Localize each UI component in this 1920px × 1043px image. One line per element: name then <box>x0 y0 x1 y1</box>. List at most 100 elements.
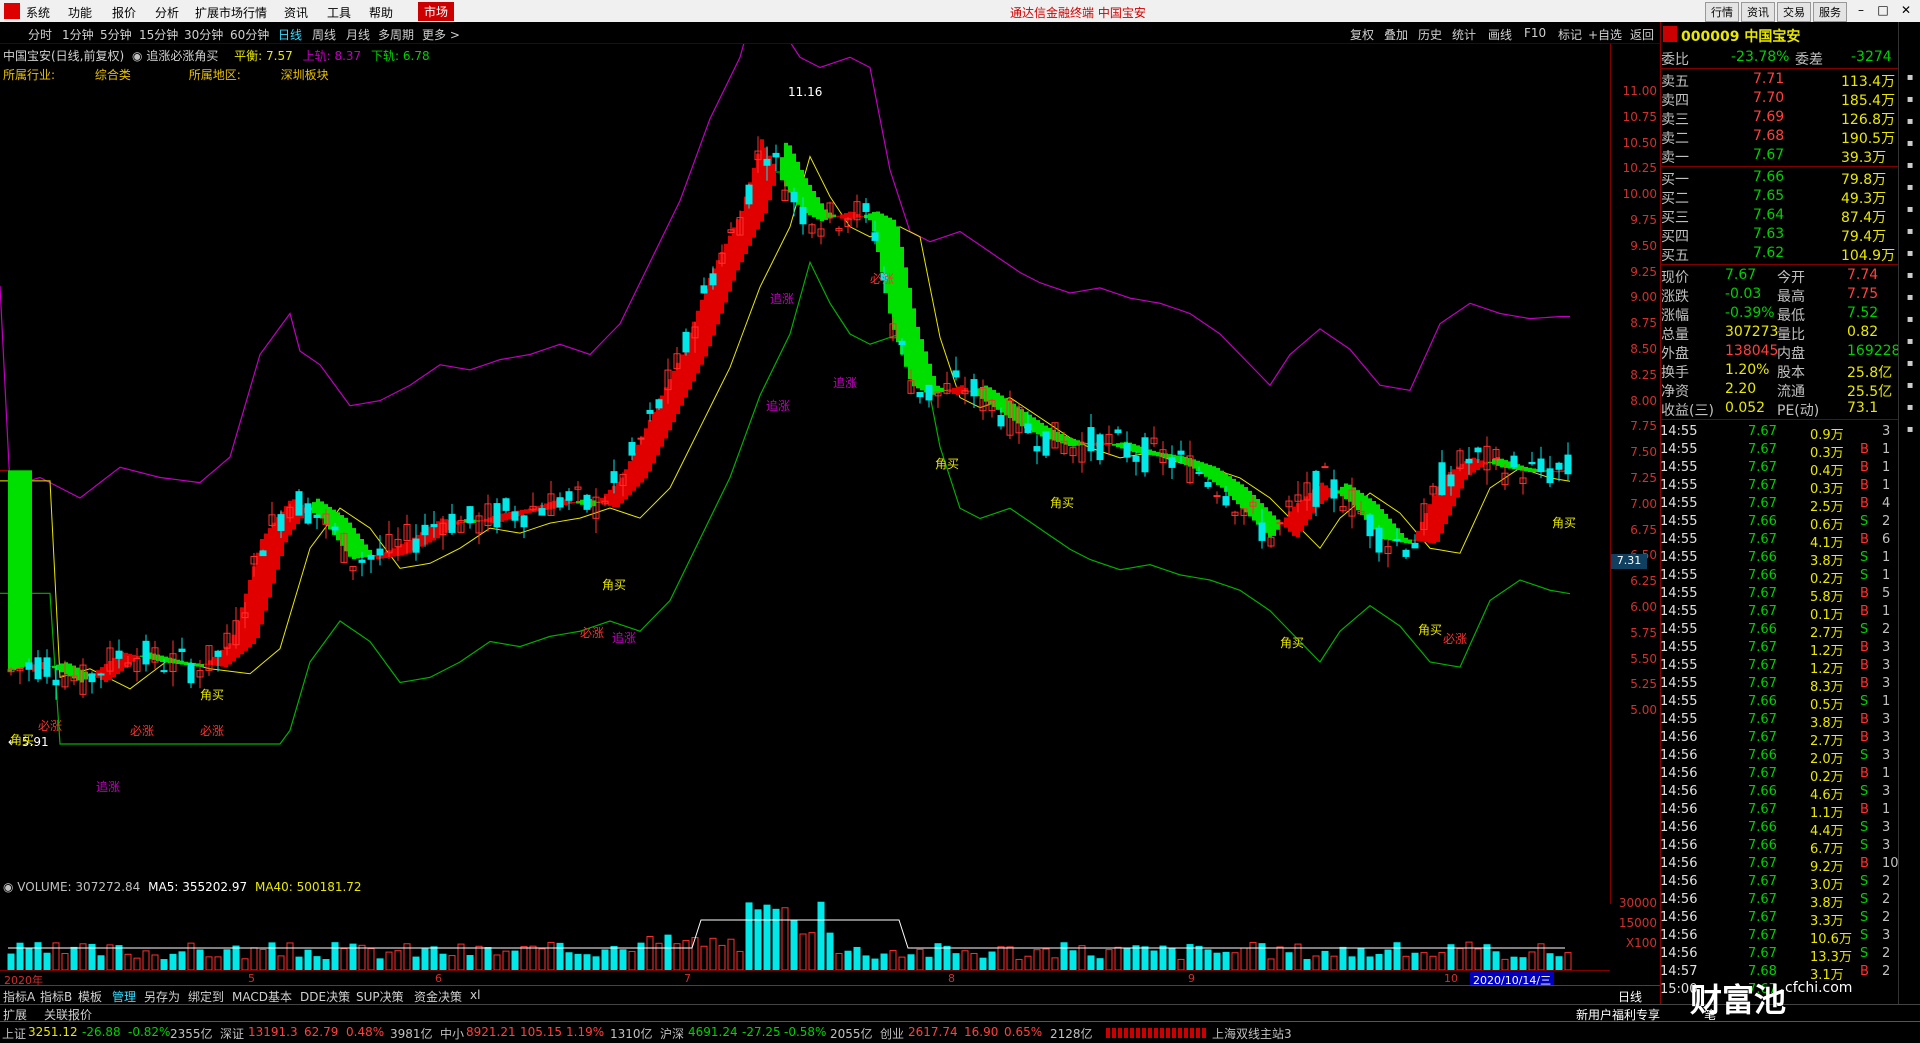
stat-row[interactable]: 涨幅 -0.39% 最低 7.52 <box>1661 304 1899 324</box>
tick-row[interactable]: 14:55 7.67 8.3万 B 3 <box>1660 676 1898 695</box>
tool-f10[interactable]: F10 <box>1524 26 1546 40</box>
menu-news[interactable]: 资讯 <box>284 4 308 21</box>
sell-level-row[interactable]: 卖三 7.69 126.8万 <box>1661 108 1899 128</box>
btn-service[interactable]: 服务 <box>1813 2 1847 22</box>
tick-row[interactable]: 14:55 7.66 2.7万 S 2 <box>1660 622 1898 641</box>
tool-draw[interactable]: 画线 <box>1488 26 1512 43</box>
tick-row[interactable]: 14:56 7.67 3.0万 S 2 <box>1660 874 1898 893</box>
tick-row[interactable]: 14:56 7.66 6.7万 S 3 <box>1660 838 1898 857</box>
tab-indicator-b[interactable]: 指标B <box>40 988 72 1005</box>
arrows-icon[interactable]: ▪ <box>1902 336 1918 350</box>
menu-help[interactable]: 帮助 <box>369 4 393 21</box>
list-icon[interactable]: ▪ <box>1902 94 1918 108</box>
menu-tools[interactable]: 工具 <box>327 4 351 21</box>
tab-save-as[interactable]: 另存为 <box>144 988 180 1005</box>
tool-stats[interactable]: 统计 <box>1452 26 1476 43</box>
cy-index[interactable]: 2617.74 <box>908 1025 958 1039</box>
tick-row[interactable]: 14:55 7.66 0.6万 S 2 <box>1660 514 1898 533</box>
tick-row[interactable]: 14:55 7.67 3.8万 B 3 <box>1660 712 1898 731</box>
buy-level-row[interactable]: 买三 7.64 87.4万 <box>1661 206 1899 226</box>
tick-row[interactable]: 14:56 7.66 4.4万 S 3 <box>1660 820 1898 839</box>
tick-row[interactable]: 14:55 7.67 0.9万 3 <box>1660 424 1898 443</box>
close-icon[interactable]: ✕ <box>1895 2 1917 18</box>
buy-level-row[interactable]: 买四 7.63 79.4万 <box>1661 225 1899 245</box>
tick-row[interactable]: 14:55 7.66 0.2万 S 1 <box>1660 568 1898 587</box>
tool-back[interactable]: 返回 <box>1630 26 1654 43</box>
news-icon[interactable]: ▪ <box>1902 270 1918 284</box>
period-multi[interactable]: 多周期 <box>378 26 414 43</box>
stat-row[interactable]: 现价 7.67 今开 7.74 <box>1661 266 1899 286</box>
sell-level-row[interactable]: 卖四 7.70 185.4万 <box>1661 89 1899 109</box>
tick-row[interactable]: 14:55 7.67 0.3万 B 1 <box>1660 478 1898 497</box>
tab-fund[interactable]: 资金决策 <box>414 988 462 1005</box>
left-icon[interactable]: ▪ <box>1902 358 1918 372</box>
tick-row[interactable]: 14:55 7.67 1.2万 B 3 <box>1660 658 1898 677</box>
tab-dde[interactable]: DDE决策 <box>300 988 350 1005</box>
btn-quote[interactable]: 行情 <box>1705 2 1739 22</box>
tab-macd[interactable]: MACD基本 <box>232 988 292 1005</box>
volume-chart[interactable] <box>0 894 1610 972</box>
tick-row[interactable]: 14:55 7.67 2.5万 B 4 <box>1660 496 1898 515</box>
tick-row[interactable]: 14:55 7.66 0.5万 S 1 <box>1660 694 1898 713</box>
settings-icon[interactable]: ▪ <box>1902 204 1918 218</box>
kline-chart[interactable]: 11.16← 5.91必涨 必涨 必涨必涨必涨必涨追涨追涨追涨追涨追涨角买角买角买角… <box>0 44 1610 814</box>
tick-row[interactable]: 14:56 7.67 1.1万 B 1 <box>1660 802 1898 821</box>
menu-analysis[interactable]: 分析 <box>155 4 179 21</box>
bar-icon[interactable]: ▪ <box>1902 160 1918 174</box>
order-ratio-row[interactable]: 委比 -23.78% 委差 -3274 <box>1661 48 1899 68</box>
hs-index[interactable]: 4691.24 <box>688 1025 738 1039</box>
tick-row[interactable]: 14:56 7.67 3.3万 S 2 <box>1660 910 1898 929</box>
menu-function[interactable]: 功能 <box>68 4 92 21</box>
tick-row[interactable]: 14:56 7.67 10.6万 S 3 <box>1660 928 1898 947</box>
sh-index[interactable]: 3251.12 <box>28 1025 78 1039</box>
period-5m[interactable]: 5分钟 <box>100 26 132 43</box>
tick-list[interactable]: 14:55 7.67 0.9万 3 14:55 7.67 0.3万 B 1 14:55 7.67 0.… <box>1660 424 1899 997</box>
tab-template[interactable]: 模板 <box>78 988 102 1005</box>
tick-row[interactable]: 14:56 7.67 0.2万 B 1 <box>1660 766 1898 785</box>
tab-xl[interactable]: xl <box>470 988 480 1002</box>
menu-system[interactable]: 系统 <box>26 4 50 21</box>
tick-row[interactable]: 14:55 7.67 0.4万 B 1 <box>1660 460 1898 479</box>
timeframe-button[interactable]: 日线 <box>1618 988 1642 1005</box>
menu-market[interactable]: 市场 <box>418 2 455 21</box>
zx-index[interactable]: 8921.21 <box>466 1025 516 1039</box>
tool-adjust[interactable]: 复权 <box>1350 26 1374 43</box>
tick-row[interactable]: 14:55 7.67 5.8万 B 5 <box>1660 586 1898 605</box>
period-daily[interactable]: 日线 <box>278 26 302 43</box>
tick-row[interactable]: 14:55 7.67 1.2万 B 3 <box>1660 640 1898 659</box>
tick-row[interactable]: 14:56 7.66 4.6万 S 3 <box>1660 784 1898 803</box>
tool-mark[interactable]: 标记 <box>1558 26 1582 43</box>
scroll-icon[interactable]: ▪ <box>1902 424 1918 438</box>
tick-row[interactable]: 14:56 7.67 9.2万 B 10 <box>1660 856 1899 875</box>
stock-code-name[interactable]: 000009 中国宝安 <box>1681 26 1800 46</box>
buy-level-row[interactable]: 买一 7.66 79.8万 <box>1661 168 1899 188</box>
sz-index[interactable]: 13191.3 <box>248 1025 298 1039</box>
minimize-icon[interactable]: – <box>1850 2 1872 18</box>
sell-level-row[interactable]: 卖五 7.71 113.4万 <box>1661 70 1899 90</box>
period-60m[interactable]: 60分钟 <box>230 26 269 43</box>
menu-quote[interactable]: 报价 <box>112 4 136 21</box>
tick-row[interactable]: 14:55 7.67 4.1万 B 6 <box>1660 532 1898 551</box>
period-30m[interactable]: 30分钟 <box>184 26 223 43</box>
table-icon[interactable]: ▪ <box>1902 116 1918 130</box>
grid-icon[interactable]: ▪ <box>1902 138 1918 152</box>
tick-row[interactable]: 14:56 7.66 2.0万 S 3 <box>1660 748 1898 767</box>
tool-add-watch[interactable]: +自选 <box>1588 26 1622 43</box>
tab-sup[interactable]: SUP决策 <box>356 988 404 1005</box>
stat-row[interactable]: 总量 307273 量比 0.82 <box>1661 323 1899 343</box>
window-icon[interactable]: ▪ <box>1902 226 1918 240</box>
stat-row[interactable]: 换手 1.20% 股本 25.8亿 <box>1661 361 1899 381</box>
tool-history[interactable]: 历史 <box>1418 26 1442 43</box>
stat-row[interactable]: 收益(三) 0.052 PE(动) 73.1 <box>1661 399 1899 419</box>
stat-row[interactable]: 涨跌 -0.03 最高 7.75 <box>1661 285 1899 305</box>
period-monthly[interactable]: 月线 <box>346 26 370 43</box>
tick-row[interactable]: 14:56 7.67 13.3万 S 2 <box>1660 946 1898 965</box>
buy-level-row[interactable]: 买二 7.65 49.3万 <box>1661 187 1899 207</box>
tick-row[interactable]: 14:55 7.66 3.8万 S 1 <box>1660 550 1898 569</box>
sell-level-row[interactable]: 卖二 7.68 190.5万 <box>1661 127 1899 147</box>
buy-level-row[interactable]: 买五 7.62 104.9万 <box>1661 244 1899 264</box>
tick-row[interactable]: 14:55 7.67 0.1万 B 1 <box>1660 604 1898 623</box>
tab-manage[interactable]: 管理 <box>112 988 136 1005</box>
note-icon[interactable]: ▪ <box>1902 248 1918 262</box>
chart-icon[interactable]: ▪ <box>1902 72 1918 86</box>
